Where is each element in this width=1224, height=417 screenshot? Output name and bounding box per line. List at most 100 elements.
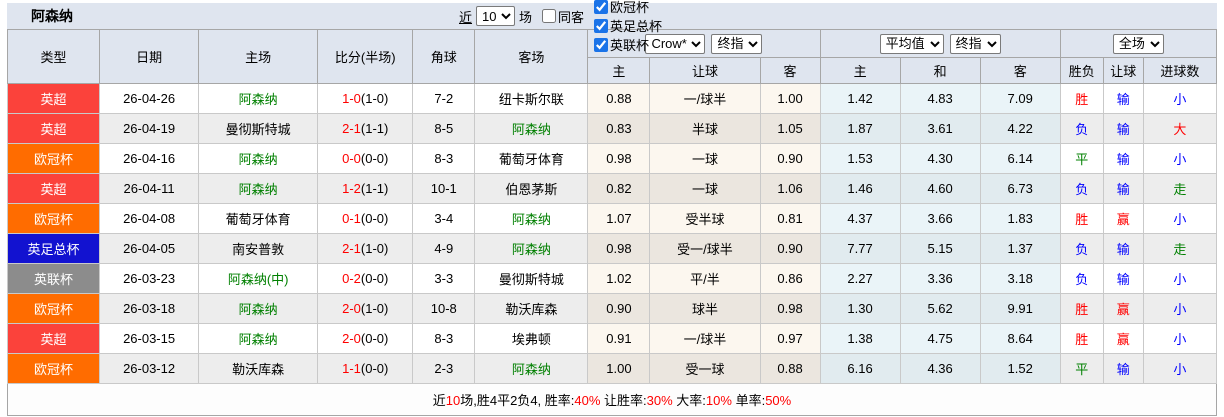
league-filter-checkbox[interactable]	[594, 18, 609, 33]
league-filter[interactable]: 英联杯	[588, 35, 662, 54]
col-header-score: 比分(半场)	[317, 29, 414, 84]
corner-cell: 4-9	[412, 233, 476, 264]
fulltime-score: 2-0	[342, 301, 361, 316]
table-row: 英超 26-04-11 阿森纳 1-2(1-1) 10-1 伯恩茅斯 0.82 …	[6, 173, 1218, 204]
euro-home-odds: 1.87	[819, 113, 901, 144]
handicap-away-odds: 0.88	[759, 353, 821, 384]
result-cell: 胜	[1059, 83, 1104, 114]
league-type-cell: 英超	[6, 323, 101, 354]
summary-segment: 10%	[705, 393, 732, 408]
col-header-corner: 角球	[412, 29, 476, 84]
handicap-away-odds: 1.06	[759, 173, 821, 204]
col-header-goals: 进球数	[1142, 57, 1218, 84]
home-team-cell: 阿森纳	[198, 323, 319, 354]
fulltime-score: 1-2	[342, 181, 361, 196]
away-team-cell: 勒沃库森	[474, 293, 589, 324]
result-cell: 平	[1059, 143, 1104, 174]
handicap-line: 一/球半	[649, 83, 761, 114]
halftime-score: (1-0)	[360, 91, 389, 106]
fulltime-score: 1-1	[342, 361, 361, 376]
summary-bar: 近10场,胜4平2负4, 胜率:40% 让胜率:30% 大率:10% 单率:50…	[7, 383, 1217, 416]
table-row: 欧冠杯 26-03-12 勒沃库森 1-1(0-0) 2-3 阿森纳 1.00 …	[6, 353, 1218, 384]
home-team-cell: 阿森纳	[198, 83, 319, 114]
recent-link[interactable]: 近	[459, 7, 472, 26]
league-filter[interactable]: 英足总杯	[588, 16, 662, 35]
col-header-ah-result: 让球	[1102, 57, 1144, 84]
away-team-cell: 阿森纳	[474, 203, 589, 234]
score-cell: 2-0(0-0)	[317, 323, 414, 354]
result-cell: 平	[1059, 353, 1104, 384]
corner-cell: 10-1	[412, 173, 476, 204]
away-team-cell: 纽卡斯尔联	[474, 83, 589, 114]
handicap-away-odds: 1.00	[759, 83, 821, 114]
scope-select-group: 全场	[1059, 29, 1218, 58]
handicap-time-select[interactable]: 终指	[711, 33, 763, 54]
league-type-cell: 英足总杯	[6, 233, 101, 264]
match-date-cell: 26-03-18	[99, 293, 200, 324]
league-type-cell: 欧冠杯	[6, 203, 101, 234]
euro-away-odds: 4.22	[979, 113, 1061, 144]
league-type-cell: 欧冠杯	[6, 143, 101, 174]
goals-result-cell: 小	[1142, 353, 1218, 384]
handicap-result-cell: 赢	[1102, 293, 1144, 324]
same-away-filter[interactable]: 同客	[536, 7, 584, 26]
recent-count-select[interactable]: 10	[476, 6, 516, 26]
halftime-score: (1-0)	[360, 241, 389, 256]
result-cell: 负	[1059, 233, 1104, 264]
handicap-home-odds: 0.83	[587, 113, 651, 144]
halftime-score: (1-0)	[360, 301, 389, 316]
euro-away-odds: 9.91	[979, 293, 1061, 324]
league-filter-label: 英联杯	[610, 38, 650, 53]
same-away-checkbox[interactable]	[542, 9, 557, 23]
corner-cell: 3-3	[412, 263, 476, 294]
col-header-eu-draw: 和	[899, 57, 981, 84]
handicap-line: 球半	[649, 293, 761, 324]
euro-select-group: 平均值 终指	[819, 29, 1061, 58]
summary-segment: 大率:	[672, 393, 706, 408]
euro-draw-odds: 4.60	[899, 173, 981, 204]
halftime-score: (0-0)	[360, 271, 389, 286]
away-team-cell: 葡萄牙体育	[474, 143, 589, 174]
score-cell: 0-1(0-0)	[317, 203, 414, 234]
summary-segment: 场,胜4平2负4, 胜率:	[460, 393, 575, 408]
league-type-cell: 英联杯	[6, 263, 101, 294]
score-cell: 0-0(0-0)	[317, 143, 414, 174]
home-team-cell: 阿森纳(中)	[198, 263, 319, 294]
handicap-result-cell: 赢	[1102, 203, 1144, 234]
halftime-score: (1-1)	[360, 121, 389, 136]
handicap-line: 半球	[649, 113, 761, 144]
handicap-result-cell: 输	[1102, 173, 1144, 204]
col-header-home: 主场	[198, 29, 319, 84]
handicap-line: 受一/球半	[649, 233, 761, 264]
col-header-eu-home: 主	[819, 57, 901, 84]
summary-segment: 40%	[574, 393, 601, 408]
home-team-cell: 曼彻斯特城	[198, 113, 319, 144]
halftime-score: (0-0)	[360, 211, 389, 226]
euro-company-select[interactable]: 平均值	[879, 33, 944, 54]
league-type-cell: 英超	[6, 173, 101, 204]
handicap-home-odds: 1.07	[587, 203, 651, 234]
col-header-result: 胜负	[1059, 57, 1104, 84]
scope-select[interactable]: 全场	[1112, 33, 1164, 54]
halftime-score: (1-1)	[360, 181, 389, 196]
handicap-away-odds: 0.86	[759, 263, 821, 294]
handicap-result-cell: 输	[1102, 353, 1144, 384]
handicap-home-odds: 1.02	[587, 263, 651, 294]
euro-time-select[interactable]: 终指	[949, 33, 1001, 54]
corner-cell: 2-3	[412, 353, 476, 384]
league-filter-list: 英超欧冠杯英足总杯英联杯	[588, 0, 662, 54]
league-filter-checkbox[interactable]	[594, 0, 609, 14]
handicap-result-cell: 输	[1102, 83, 1144, 114]
euro-home-odds: 7.77	[819, 233, 901, 264]
corner-cell: 3-4	[412, 203, 476, 234]
league-filter-checkbox[interactable]	[594, 37, 609, 52]
home-team-cell: 葡萄牙体育	[198, 203, 319, 234]
summary-segment: 50%	[765, 393, 792, 408]
handicap-result-cell: 输	[1102, 233, 1144, 264]
euro-away-odds: 6.14	[979, 143, 1061, 174]
match-date-cell: 26-03-15	[99, 323, 200, 354]
euro-draw-odds: 4.36	[899, 353, 981, 384]
fulltime-score: 2-0	[342, 331, 361, 346]
league-filter[interactable]: 欧冠杯	[588, 0, 662, 16]
fulltime-score: 2-1	[342, 121, 361, 136]
